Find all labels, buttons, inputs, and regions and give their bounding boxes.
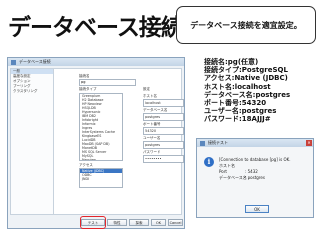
close-icon[interactable]: ✕ [306,140,312,146]
info-line: パスワード:18AJJJ# [204,115,271,124]
app-icon [11,59,16,65]
dialog-content: 接続名 pg 接続タイプ Greenplum H2 Database HP Neov… [55,69,184,214]
dialog-titlebar: データベース接続 [8,58,184,66]
connection-type-label: 接続タイプ [79,87,97,91]
field-input[interactable]: postgres [143,141,184,149]
settings-label: 設定 [143,87,150,91]
info-icon: i [204,157,214,167]
ok-button[interactable]: OK [151,219,166,226]
info-line: 接続名:pg(任意) [204,58,259,66]
connection-type-list[interactable]: Greenplum H2 Database HP Neoview HSQLDB Hype… [79,93,123,161]
slide-title: データベース接続 [8,15,184,41]
db-label: データベース名 [219,175,247,180]
dialog-body: 一般 高度な設定 オプション プーリング クラスタリング 接続名 pg 接続タイ… [10,68,184,215]
database-connection-dialog: データベース接続 一般 高度な設定 オプション プーリング クラスタリング 接続… [7,57,185,229]
port-value: : 5432 [245,169,258,174]
field-input[interactable]: 54320 [143,127,184,135]
test-message: [Connection to database [pg] is OK. [219,157,291,162]
test-ok-button[interactable]: OK [245,205,269,213]
db-value: : postgres [245,175,265,180]
settings-nav: 一般 高度な設定 オプション プーリング クラスタリング [11,69,54,214]
info-line: ポート番号:54320 [204,99,267,108]
test-button-highlight [80,216,106,229]
field-input[interactable]: postgres [143,113,184,121]
connection-name-input[interactable]: pg [79,79,136,86]
access-list[interactable]: Native (JDBC) ODBC JNDI [79,168,123,188]
explore-button[interactable]: 探索 [129,219,149,226]
info-line: データベース名:postgres [204,90,291,99]
callout-box: データベース接続を適宜設定。 [176,6,316,44]
features-button[interactable]: 特性 [107,219,127,226]
port-label: Port [219,169,227,174]
test-dialog-title: 接続テスト [208,140,228,145]
list-item[interactable]: Neoview [80,158,122,160]
field-input[interactable]: localhost [143,99,184,107]
connection-info-list: 接続名:pg(任意) 接続タイプ:PostgreSQL アクセス:Native … [204,58,290,124]
app-icon [200,140,205,146]
info-line: ホスト名:localhost [204,82,271,91]
cancel-button[interactable]: Cancel [168,219,183,226]
list-item[interactable]: JNDI [80,177,122,181]
info-line: アクセス:Native (JDBC) [204,74,288,83]
field-input[interactable]: •••••••• [143,155,184,163]
callout-text: データベース接続を適宜設定。 [190,20,302,30]
test-dialog-titlebar: 接続テスト [197,139,313,147]
nav-item-clustering[interactable]: クラスタリング [11,89,53,94]
dialog-title: データベース接続 [19,59,51,64]
connection-test-dialog: 接続テスト ✕ i [Connection to database [pg] i… [196,138,314,218]
